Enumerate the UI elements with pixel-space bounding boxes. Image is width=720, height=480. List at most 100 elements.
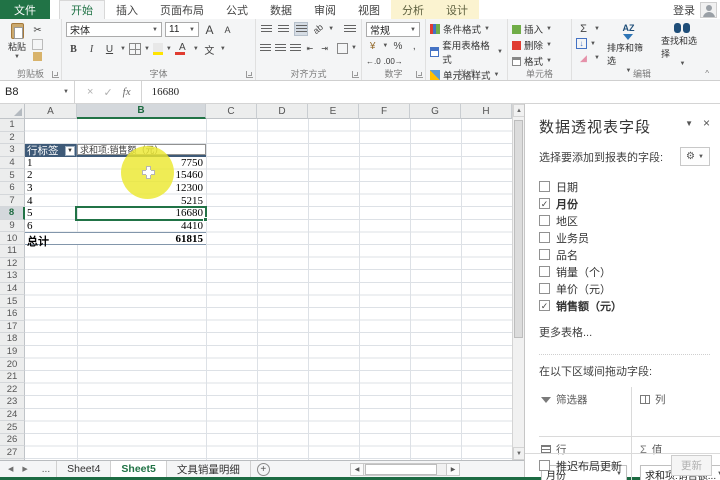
row-header-7[interactable]: 7 — [0, 195, 25, 208]
ribbon-tab-view[interactable]: 视图 — [347, 0, 391, 19]
row-header-16[interactable]: 16 — [0, 308, 25, 321]
ribbon-tab-page-layout[interactable]: 页面布局 — [149, 0, 215, 19]
alignment-dialog-launcher[interactable] — [352, 71, 359, 78]
pivot-row-4[interactable]: 17750 — [25, 157, 206, 170]
columns-area[interactable]: 列 — [632, 387, 720, 437]
grow-font-icon[interactable]: A — [202, 23, 217, 37]
pane-close-icon[interactable]: × — [703, 116, 710, 130]
sheet-tab-Sheet5[interactable]: Sheet5 — [111, 461, 166, 477]
filter-dropdown-icon[interactable]: ▼ — [65, 146, 75, 156]
filters-area[interactable]: 筛选器 — [539, 387, 632, 437]
font-size-select[interactable]: 11 ▼ — [165, 22, 199, 37]
field-checkbox[interactable] — [539, 266, 550, 277]
row-header-2[interactable]: 2 — [0, 132, 25, 145]
field-item-销售额（元）[interactable]: ✓销售额（元） — [539, 297, 720, 314]
fill-color-button[interactable] — [153, 43, 163, 55]
merge-dropdown-icon[interactable]: ▼ — [351, 45, 357, 51]
conditional-formatting-button[interactable]: 条件格式 ▼ — [430, 22, 503, 36]
percent-style-icon[interactable]: % — [391, 39, 404, 53]
row-header-17[interactable]: 17 — [0, 321, 25, 334]
clear-dropdown-icon[interactable]: ▼ — [594, 55, 600, 61]
font-name-select[interactable]: 宋体 ▼ — [66, 22, 162, 37]
field-checkbox[interactable] — [539, 215, 550, 226]
accounting-dropdown-icon[interactable]: ▼ — [382, 43, 388, 49]
row-header-24[interactable]: 24 — [0, 409, 25, 422]
field-checkbox[interactable]: ✓ — [539, 198, 550, 209]
ribbon-tab-home[interactable]: 开始 — [59, 0, 105, 19]
phonetic-guide-icon[interactable]: 文 — [202, 42, 217, 56]
italic-button[interactable]: I — [84, 42, 99, 56]
field-item-销量（个）[interactable]: 销量（个） — [539, 263, 720, 280]
row-header-14[interactable]: 14 — [0, 283, 25, 296]
user-avatar-icon[interactable] — [700, 2, 717, 18]
sign-in[interactable]: 登录 — [673, 0, 720, 19]
insert-function-icon[interactable]: fx — [123, 86, 131, 98]
row-header-3[interactable]: 3 — [0, 144, 25, 157]
orientation-icon[interactable]: ab — [308, 19, 328, 39]
row-header-12[interactable]: 12 — [0, 258, 25, 271]
increase-indent-icon[interactable]: ⇥ — [319, 41, 331, 55]
cancel-icon[interactable]: × — [87, 86, 93, 98]
cells-area[interactable]: 行标签 ▼ 求和项:销售额（元） 总计 61815 17750215460312… — [25, 119, 512, 460]
row-header-11[interactable]: 11 — [0, 245, 25, 258]
wrap-text-icon[interactable] — [343, 22, 357, 36]
formula-input[interactable]: 16680 — [142, 81, 720, 103]
autosum-dropdown-icon[interactable]: ▼ — [594, 26, 600, 32]
format-cells-button[interactable]: 格式 ▼ — [512, 54, 567, 68]
number-format-select[interactable]: 常规 ▼ — [366, 22, 420, 37]
selected-cell-b8[interactable] — [75, 206, 207, 221]
row-header-5[interactable]: 5 — [0, 169, 25, 182]
pane-options-icon[interactable]: ▼ — [685, 119, 693, 128]
horizontal-scroll-thumb[interactable] — [365, 464, 437, 475]
ribbon-tab-review[interactable]: 审阅 — [303, 0, 347, 19]
tools-button[interactable]: ⚙ ▼ — [680, 147, 710, 166]
sheet-ellipsis[interactable]: ... — [36, 461, 56, 477]
field-item-品名[interactable]: 品名 — [539, 246, 720, 263]
orientation-dropdown-icon[interactable]: ▼ — [328, 26, 334, 32]
horizontal-scroll-track[interactable] — [364, 463, 446, 476]
align-top-icon[interactable] — [260, 22, 274, 36]
ribbon-tab-insert[interactable]: 插入 — [105, 0, 149, 19]
horizontal-scrollbar[interactable]: ◀ ▶ — [350, 463, 460, 476]
field-item-单价（元）[interactable]: 单价（元） — [539, 280, 720, 297]
ribbon-tab-analyze[interactable]: 分析 — [391, 0, 435, 19]
find-select-button[interactable]: 查找和选择 ▼ — [657, 22, 708, 68]
pivot-row-labels-header[interactable]: 行标签 ▼ — [25, 144, 77, 157]
name-box-dropdown-icon[interactable]: ▼ — [63, 89, 69, 95]
next-sheet-icon[interactable]: ▶ — [22, 465, 27, 473]
row-header-18[interactable]: 18 — [0, 333, 25, 346]
fill-dropdown-icon[interactable]: ▼ — [590, 41, 596, 47]
align-middle-icon[interactable] — [277, 22, 291, 36]
fill-icon[interactable]: ↓ — [576, 38, 587, 49]
column-header-F[interactable]: F — [359, 104, 410, 119]
new-sheet-icon[interactable]: + — [257, 463, 270, 476]
field-item-日期[interactable]: 日期 — [539, 178, 720, 195]
align-center-icon[interactable] — [275, 41, 287, 55]
collapse-ribbon-icon[interactable]: ^ — [705, 69, 709, 78]
field-checkbox[interactable] — [539, 249, 550, 260]
font-dialog-launcher[interactable] — [246, 71, 253, 78]
accounting-format-icon[interactable]: ¥ — [366, 39, 379, 53]
copy-icon[interactable] — [32, 39, 43, 50]
row-header-15[interactable]: 15 — [0, 295, 25, 308]
row-header-26[interactable]: 26 — [0, 434, 25, 447]
defer-checkbox[interactable] — [539, 460, 550, 471]
ribbon-tab-design[interactable]: 设计 — [435, 0, 479, 19]
update-button[interactable]: 更新 — [671, 455, 712, 476]
scroll-right-icon[interactable]: ▶ — [446, 463, 460, 476]
select-all-corner[interactable] — [0, 104, 25, 119]
fill-handle[interactable] — [203, 217, 208, 222]
row-header-9[interactable]: 9 — [0, 220, 25, 233]
column-header-B[interactable]: B — [77, 104, 206, 119]
shrink-font-icon[interactable]: A — [220, 23, 235, 37]
delete-cells-button[interactable]: 删除 ▼ — [512, 38, 567, 52]
row-header-13[interactable]: 13 — [0, 270, 25, 283]
prev-sheet-icon[interactable]: ◀ — [8, 465, 13, 473]
column-header-A[interactable]: A — [25, 104, 77, 119]
pivot-row-9[interactable]: 64410 — [25, 220, 206, 233]
sheet-tab-Sheet4[interactable]: Sheet4 — [56, 461, 111, 477]
row-header-4[interactable]: 4 — [0, 157, 25, 170]
ribbon-tab-file[interactable]: 文件 — [0, 0, 50, 19]
vertical-scrollbar[interactable]: ▲ ▼ — [512, 104, 524, 460]
merge-center-icon[interactable] — [337, 43, 348, 54]
